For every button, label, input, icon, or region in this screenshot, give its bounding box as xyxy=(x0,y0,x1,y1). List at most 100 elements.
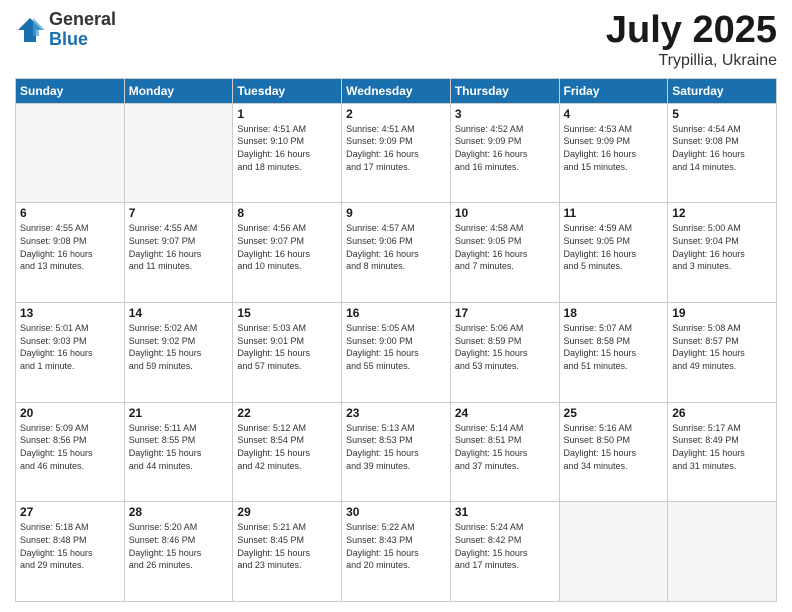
table-cell: 11 Sunrise: 4:59 AM Sunset: 9:05 PM Dayli… xyxy=(559,203,668,303)
logo-general: General xyxy=(49,10,116,30)
week-row-3: 13 Sunrise: 5:01 AM Sunset: 9:03 PM Dayli… xyxy=(16,303,777,403)
table-cell: 24Sunrise: 5:14 AM Sunset: 8:51 PM Dayli… xyxy=(450,402,559,502)
day-number: 22 xyxy=(237,406,337,420)
table-cell: 1 Sunrise: 4:51 AM Sunset: 9:10 PM Daylig… xyxy=(233,103,342,203)
table-cell: 12 Sunrise: 5:00 AM Sunset: 9:04 PM Dayli… xyxy=(668,203,777,303)
day-info: Sunrise: 5:02 AM Sunset: 9:02 PM Dayligh… xyxy=(129,322,229,372)
table-cell: 27Sunrise: 5:18 AM Sunset: 8:48 PM Dayli… xyxy=(16,502,125,602)
table-cell: 18 Sunrise: 5:07 AM Sunset: 8:58 PM Dayli… xyxy=(559,303,668,403)
table-cell: 26Sunrise: 5:17 AM Sunset: 8:49 PM Dayli… xyxy=(668,402,777,502)
day-number: 16 xyxy=(346,306,446,320)
day-number: 28 xyxy=(129,505,229,519)
day-info: Sunrise: 4:55 AM Sunset: 9:07 PM Dayligh… xyxy=(129,222,229,272)
table-cell: 14 Sunrise: 5:02 AM Sunset: 9:02 PM Dayli… xyxy=(124,303,233,403)
table-cell: 13 Sunrise: 5:01 AM Sunset: 9:03 PM Dayli… xyxy=(16,303,125,403)
week-row-5: 27Sunrise: 5:18 AM Sunset: 8:48 PM Dayli… xyxy=(16,502,777,602)
table-cell: 22Sunrise: 5:12 AM Sunset: 8:54 PM Dayli… xyxy=(233,402,342,502)
header-monday: Monday xyxy=(124,78,233,103)
header-sunday: Sunday xyxy=(16,78,125,103)
day-number: 11 xyxy=(564,206,664,220)
day-number: 6 xyxy=(20,206,120,220)
header: General Blue July 2025 Trypillia, Ukrain… xyxy=(15,10,777,70)
logo-icon xyxy=(15,15,45,45)
day-number: 20 xyxy=(20,406,120,420)
table-cell: 10 Sunrise: 4:58 AM Sunset: 9:05 PM Dayli… xyxy=(450,203,559,303)
day-number: 18 xyxy=(564,306,664,320)
day-info: Sunrise: 5:20 AM Sunset: 8:46 PM Dayligh… xyxy=(129,521,229,571)
day-info: Sunrise: 4:53 AM Sunset: 9:09 PM Dayligh… xyxy=(564,123,664,173)
day-info: Sunrise: 5:09 AM Sunset: 8:56 PM Dayligh… xyxy=(20,422,120,472)
header-thursday: Thursday xyxy=(450,78,559,103)
title-month: July 2025 xyxy=(606,10,777,52)
table-cell: 28 Sunrise: 5:20 AM Sunset: 8:46 PM Dayli… xyxy=(124,502,233,602)
logo: General Blue xyxy=(15,10,116,50)
day-number: 25 xyxy=(564,406,664,420)
table-cell: 20 Sunrise: 5:09 AM Sunset: 8:56 PM Dayli… xyxy=(16,402,125,502)
day-info: Sunrise: 5:06 AM Sunset: 8:59 PM Dayligh… xyxy=(455,322,555,372)
day-info: Sunrise: 4:51 AM Sunset: 9:09 PM Dayligh… xyxy=(346,123,446,173)
logo-text: General Blue xyxy=(49,10,116,50)
day-number: 19 xyxy=(672,306,772,320)
table-cell: 30 Sunrise: 5:22 AM Sunset: 8:43 PM Dayli… xyxy=(342,502,451,602)
header-tuesday: Tuesday xyxy=(233,78,342,103)
day-info: Sunrise: 5:08 AM Sunset: 8:57 PM Dayligh… xyxy=(672,322,772,372)
day-number: 23 xyxy=(346,406,446,420)
calendar-table: Sunday Monday Tuesday Wednesday Thursday… xyxy=(15,78,777,602)
table-cell: 7 Sunrise: 4:55 AM Sunset: 9:07 PM Daylig… xyxy=(124,203,233,303)
day-number: 14 xyxy=(129,306,229,320)
title-block: July 2025 Trypillia, Ukraine xyxy=(606,10,777,70)
table-cell: 19 Sunrise: 5:08 AM Sunset: 8:57 PM Dayli… xyxy=(668,303,777,403)
table-cell xyxy=(124,103,233,203)
header-saturday: Saturday xyxy=(668,78,777,103)
day-info: Sunrise: 5:00 AM Sunset: 9:04 PM Dayligh… xyxy=(672,222,772,272)
table-cell: 8Sunrise: 4:56 AM Sunset: 9:07 PM Daylig… xyxy=(233,203,342,303)
day-number: 27 xyxy=(20,505,120,519)
day-number: 30 xyxy=(346,505,446,519)
table-cell: 23 Sunrise: 5:13 AM Sunset: 8:53 PM Dayli… xyxy=(342,402,451,502)
logo-blue: Blue xyxy=(49,30,116,50)
day-info: Sunrise: 5:22 AM Sunset: 8:43 PM Dayligh… xyxy=(346,521,446,571)
day-info: Sunrise: 5:03 AM Sunset: 9:01 PM Dayligh… xyxy=(237,322,337,372)
day-info: Sunrise: 5:07 AM Sunset: 8:58 PM Dayligh… xyxy=(564,322,664,372)
table-cell: 2Sunrise: 4:51 AM Sunset: 9:09 PM Daylig… xyxy=(342,103,451,203)
day-info: Sunrise: 5:16 AM Sunset: 8:50 PM Dayligh… xyxy=(564,422,664,472)
week-row-4: 20 Sunrise: 5:09 AM Sunset: 8:56 PM Dayli… xyxy=(16,402,777,502)
day-number: 10 xyxy=(455,206,555,220)
day-number: 7 xyxy=(129,206,229,220)
day-number: 3 xyxy=(455,107,555,121)
table-cell: 15 Sunrise: 5:03 AM Sunset: 9:01 PM Dayli… xyxy=(233,303,342,403)
table-cell xyxy=(16,103,125,203)
day-number: 13 xyxy=(20,306,120,320)
table-cell: 3 Sunrise: 4:52 AM Sunset: 9:09 PM Daylig… xyxy=(450,103,559,203)
day-info: Sunrise: 5:13 AM Sunset: 8:53 PM Dayligh… xyxy=(346,422,446,472)
day-info: Sunrise: 4:51 AM Sunset: 9:10 PM Dayligh… xyxy=(237,123,337,173)
day-info: Sunrise: 4:54 AM Sunset: 9:08 PM Dayligh… xyxy=(672,123,772,173)
page: General Blue July 2025 Trypillia, Ukrain… xyxy=(0,0,792,612)
table-cell: 25 Sunrise: 5:16 AM Sunset: 8:50 PM Dayli… xyxy=(559,402,668,502)
day-info: Sunrise: 5:05 AM Sunset: 9:00 PM Dayligh… xyxy=(346,322,446,372)
day-number: 9 xyxy=(346,206,446,220)
day-number: 26 xyxy=(672,406,772,420)
day-info: Sunrise: 4:57 AM Sunset: 9:06 PM Dayligh… xyxy=(346,222,446,272)
table-cell: 31 Sunrise: 5:24 AM Sunset: 8:42 PM Dayli… xyxy=(450,502,559,602)
day-number: 12 xyxy=(672,206,772,220)
table-cell: 6Sunrise: 4:55 AM Sunset: 9:08 PM Daylig… xyxy=(16,203,125,303)
day-number: 21 xyxy=(129,406,229,420)
table-cell: 4Sunrise: 4:53 AM Sunset: 9:09 PM Daylig… xyxy=(559,103,668,203)
table-cell: 9 Sunrise: 4:57 AM Sunset: 9:06 PM Daylig… xyxy=(342,203,451,303)
day-info: Sunrise: 5:01 AM Sunset: 9:03 PM Dayligh… xyxy=(20,322,120,372)
day-number: 31 xyxy=(455,505,555,519)
day-number: 15 xyxy=(237,306,337,320)
day-number: 17 xyxy=(455,306,555,320)
table-cell xyxy=(559,502,668,602)
day-info: Sunrise: 4:58 AM Sunset: 9:05 PM Dayligh… xyxy=(455,222,555,272)
day-info: Sunrise: 4:59 AM Sunset: 9:05 PM Dayligh… xyxy=(564,222,664,272)
day-number: 5 xyxy=(672,107,772,121)
day-info: Sunrise: 4:52 AM Sunset: 9:09 PM Dayligh… xyxy=(455,123,555,173)
header-wednesday: Wednesday xyxy=(342,78,451,103)
table-cell: 17 Sunrise: 5:06 AM Sunset: 8:59 PM Dayli… xyxy=(450,303,559,403)
day-number: 1 xyxy=(237,107,337,121)
week-row-2: 6Sunrise: 4:55 AM Sunset: 9:08 PM Daylig… xyxy=(16,203,777,303)
day-info: Sunrise: 5:21 AM Sunset: 8:45 PM Dayligh… xyxy=(237,521,337,571)
day-info: Sunrise: 5:24 AM Sunset: 8:42 PM Dayligh… xyxy=(455,521,555,571)
